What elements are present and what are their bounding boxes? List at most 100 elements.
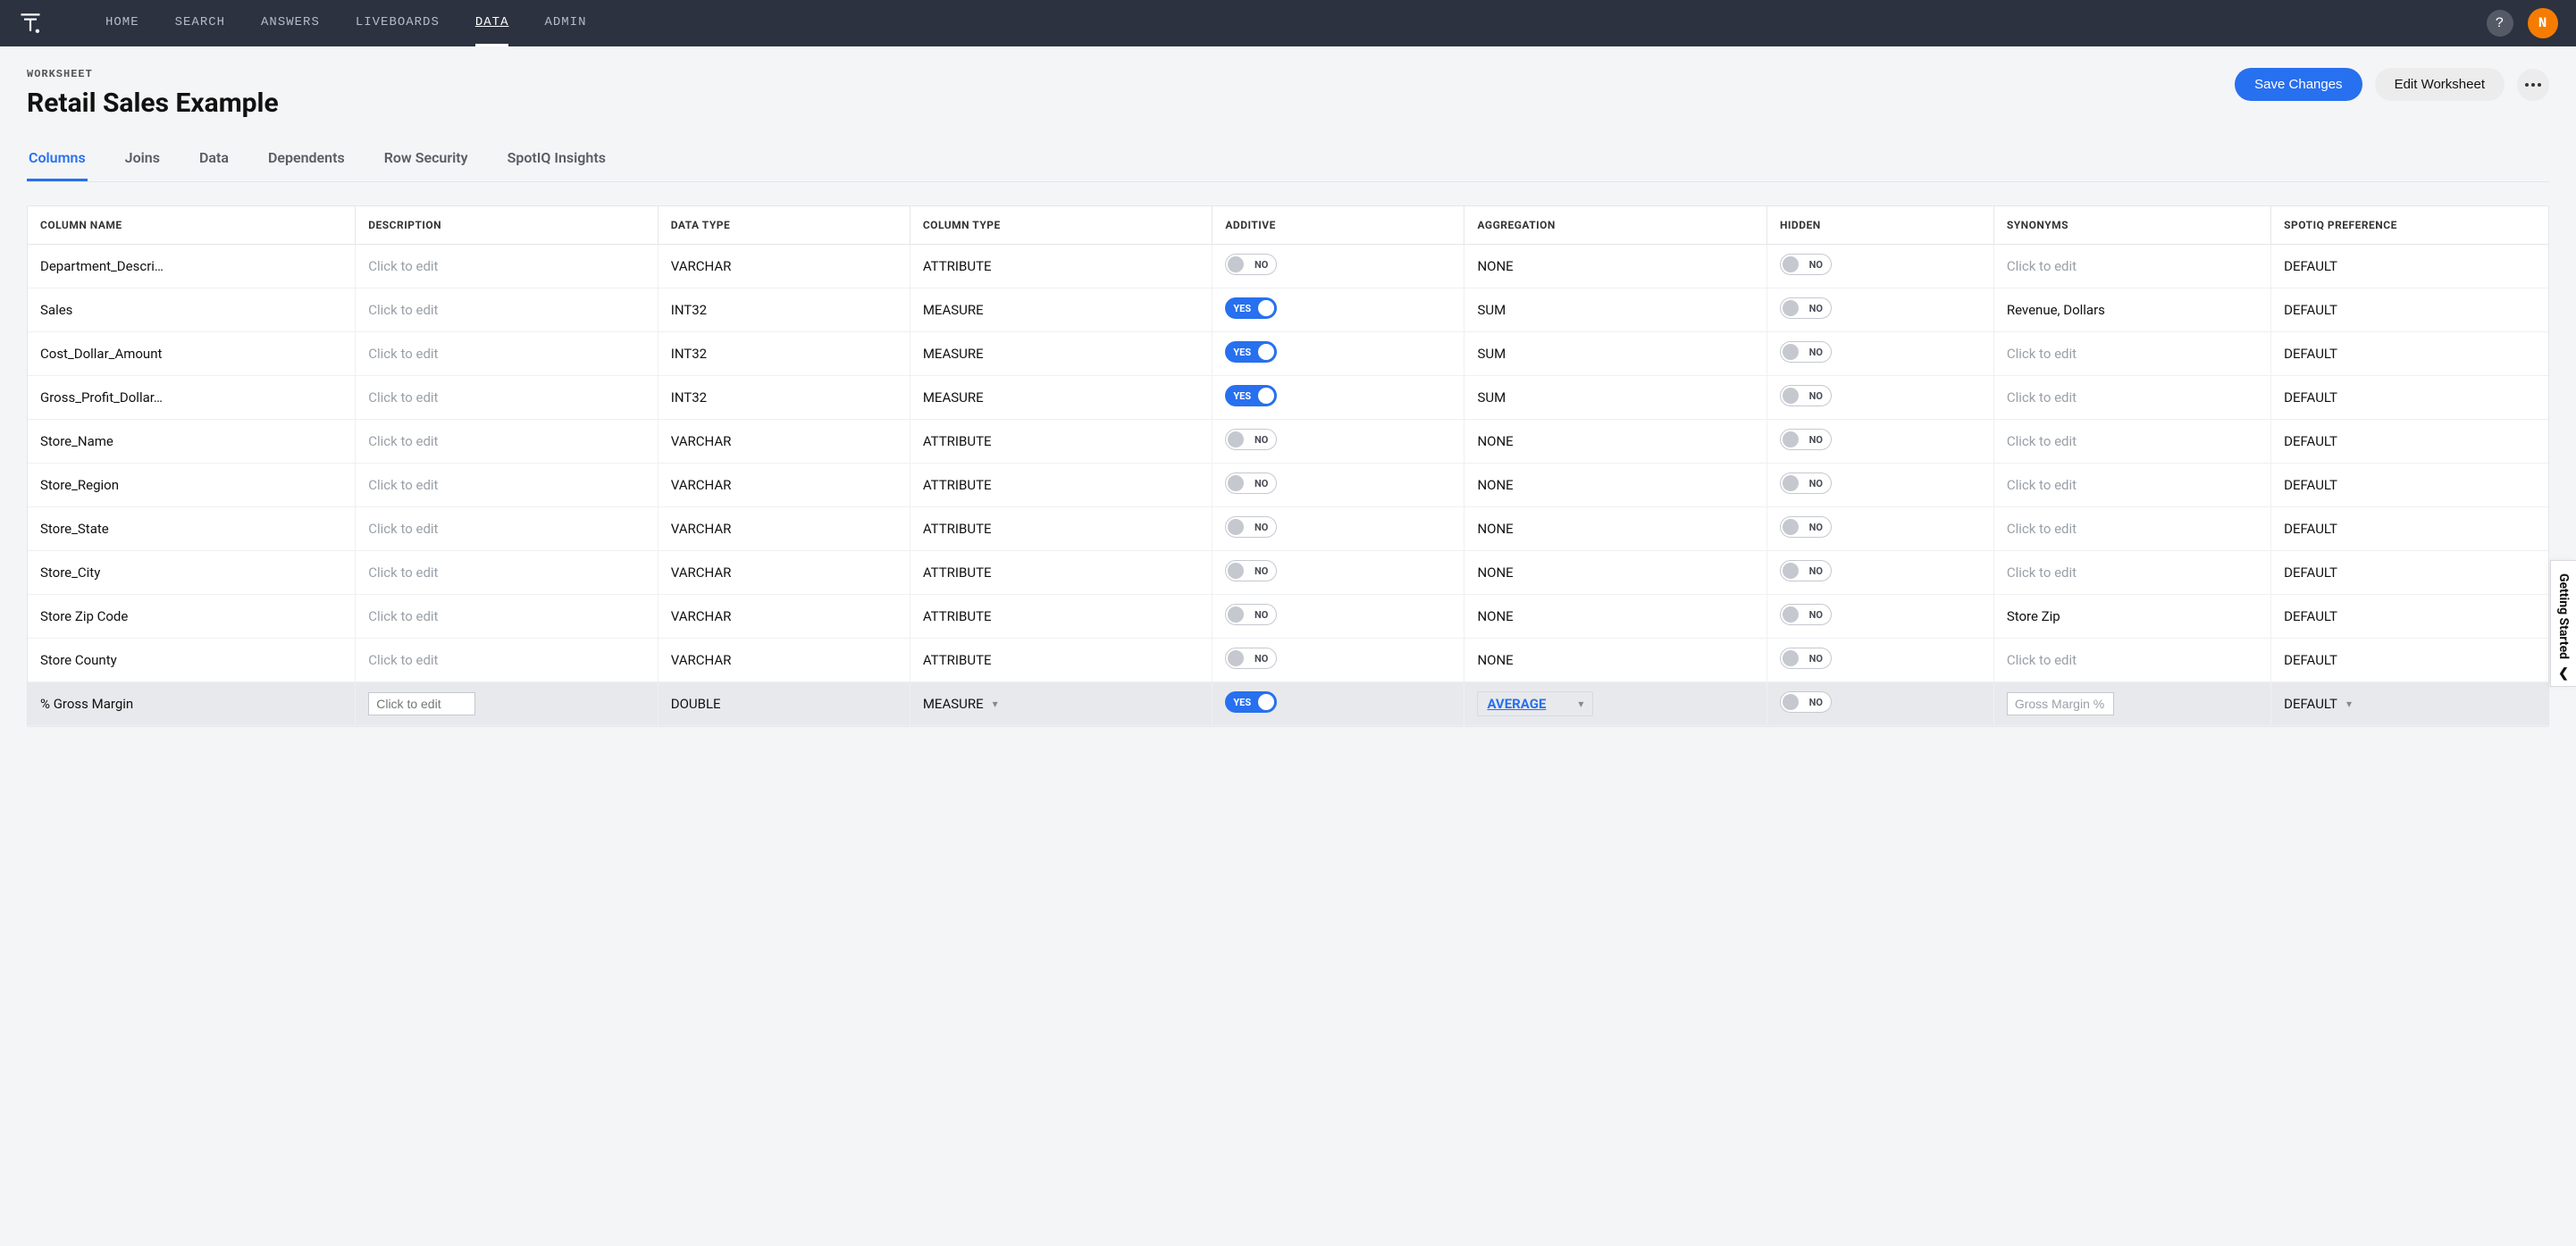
toggle-off[interactable]: NO <box>1780 297 1832 319</box>
table-row[interactable]: Store_RegionClick to editVARCHARATTRIBUT… <box>28 464 2548 507</box>
description-placeholder[interactable]: Click to edit <box>368 477 438 493</box>
column-header[interactable]: DATA TYPE <box>658 206 910 245</box>
cell-synonyms[interactable]: Store Zip <box>1993 595 2270 639</box>
table-row[interactable]: % Gross MarginDOUBLEMEASURE▾YESAVERAGE▾N… <box>28 682 2548 726</box>
description-placeholder[interactable]: Click to edit <box>368 652 438 668</box>
column-header[interactable]: AGGREGATION <box>1464 206 1767 245</box>
user-avatar[interactable]: N <box>2528 8 2558 38</box>
cell-hidden[interactable]: NO <box>1766 332 1993 376</box>
cell-description[interactable]: Click to edit <box>356 289 659 332</box>
cell-description[interactable]: Click to edit <box>356 376 659 420</box>
cell-additive[interactable]: YES <box>1212 682 1464 726</box>
toggle-off[interactable]: NO <box>1780 604 1832 625</box>
synonyms-placeholder[interactable]: Click to edit <box>2007 433 2077 449</box>
toggle-off[interactable]: NO <box>1780 516 1832 538</box>
synonyms-placeholder[interactable]: Click to edit <box>2007 652 2077 668</box>
toggle-off[interactable]: NO <box>1225 604 1277 625</box>
tab-row-security[interactable]: Row Security <box>382 149 470 181</box>
cell-synonyms[interactable]: Click to edit <box>1993 245 2270 289</box>
cell-synonyms[interactable]: Click to edit <box>1993 420 2270 464</box>
cell-hidden[interactable]: NO <box>1766 682 1993 726</box>
cell-description[interactable]: Click to edit <box>356 507 659 551</box>
cell-description[interactable]: Click to edit <box>356 245 659 289</box>
synonyms-placeholder[interactable]: Click to edit <box>2007 346 2077 362</box>
nav-item-search[interactable]: SEARCH <box>175 1 225 46</box>
toggle-off[interactable]: NO <box>1225 648 1277 669</box>
cell-column-type[interactable]: MEASURE▾ <box>910 682 1212 726</box>
help-button[interactable]: ? <box>2487 10 2513 37</box>
cell-description[interactable]: Click to edit <box>356 551 659 595</box>
toggle-on[interactable]: YES <box>1225 341 1277 363</box>
synonyms-placeholder[interactable]: Click to edit <box>2007 477 2077 493</box>
description-placeholder[interactable]: Click to edit <box>368 389 438 406</box>
nav-item-data[interactable]: DATA <box>475 1 509 46</box>
column-header[interactable]: HIDDEN <box>1766 206 1993 245</box>
toggle-off[interactable]: NO <box>1225 560 1277 581</box>
cell-additive[interactable]: NO <box>1212 507 1464 551</box>
cell-description[interactable]: Click to edit <box>356 420 659 464</box>
cell-spotiq[interactable]: DEFAULT▾ <box>2271 682 2548 726</box>
description-placeholder[interactable]: Click to edit <box>368 346 438 362</box>
cell-hidden[interactable]: NO <box>1766 507 1993 551</box>
cell-additive[interactable]: NO <box>1212 464 1464 507</box>
synonyms-placeholder[interactable]: Click to edit <box>2007 521 2077 537</box>
nav-item-home[interactable]: HOME <box>105 1 139 46</box>
nav-item-admin[interactable]: ADMIN <box>544 1 586 46</box>
description-placeholder[interactable]: Click to edit <box>368 521 438 537</box>
cell-hidden[interactable]: NO <box>1766 595 1993 639</box>
cell-description[interactable]: Click to edit <box>356 464 659 507</box>
description-placeholder[interactable]: Click to edit <box>368 433 438 449</box>
cell-description[interactable]: Click to edit <box>356 639 659 682</box>
toggle-off[interactable]: NO <box>1225 254 1277 275</box>
description-input[interactable] <box>368 692 475 715</box>
description-placeholder[interactable]: Click to edit <box>368 564 438 581</box>
toggle-off[interactable]: NO <box>1780 429 1832 450</box>
cell-hidden[interactable]: NO <box>1766 639 1993 682</box>
cell-hidden[interactable]: NO <box>1766 464 1993 507</box>
table-row[interactable]: Gross_Profit_Dollar…Click to editINT32ME… <box>28 376 2548 420</box>
tab-dependents[interactable]: Dependents <box>266 149 347 181</box>
description-placeholder[interactable]: Click to edit <box>368 608 438 624</box>
nav-item-answers[interactable]: ANSWERS <box>261 1 320 46</box>
cell-additive[interactable]: NO <box>1212 245 1464 289</box>
tab-joins[interactable]: Joins <box>123 149 162 181</box>
table-row[interactable]: Cost_Dollar_AmountClick to editINT32MEAS… <box>28 332 2548 376</box>
cell-synonyms[interactable] <box>1993 682 2270 726</box>
toggle-off[interactable]: NO <box>1225 472 1277 494</box>
description-placeholder[interactable]: Click to edit <box>368 258 438 274</box>
logo[interactable] <box>18 11 43 36</box>
tab-data[interactable]: Data <box>197 149 231 181</box>
cell-synonyms[interactable]: Click to edit <box>1993 507 2270 551</box>
toggle-off[interactable]: NO <box>1780 341 1832 363</box>
toggle-off[interactable]: NO <box>1225 429 1277 450</box>
cell-additive[interactable]: YES <box>1212 289 1464 332</box>
toggle-off[interactable]: NO <box>1780 472 1832 494</box>
toggle-off[interactable]: NO <box>1780 560 1832 581</box>
cell-hidden[interactable]: NO <box>1766 245 1993 289</box>
cell-description[interactable]: Click to edit <box>356 595 659 639</box>
toggle-on[interactable]: YES <box>1225 385 1277 406</box>
table-row[interactable]: SalesClick to editINT32MEASUREYESSUMNORe… <box>28 289 2548 332</box>
spotiq-dropdown[interactable]: DEFAULT▾ <box>2284 696 2536 712</box>
toggle-on[interactable]: YES <box>1225 297 1277 319</box>
cell-hidden[interactable]: NO <box>1766 420 1993 464</box>
cell-synonyms[interactable]: Revenue, Dollars <box>1993 289 2270 332</box>
cell-synonyms[interactable]: Click to edit <box>1993 639 2270 682</box>
synonyms-input[interactable] <box>2007 692 2114 715</box>
cell-synonyms[interactable]: Click to edit <box>1993 332 2270 376</box>
cell-additive[interactable]: NO <box>1212 420 1464 464</box>
cell-synonyms[interactable]: Click to edit <box>1993 551 2270 595</box>
aggregation-dropdown[interactable]: AVERAGE▾ <box>1477 691 1593 716</box>
synonyms-placeholder[interactable]: Click to edit <box>2007 564 2077 581</box>
cell-additive[interactable]: NO <box>1212 595 1464 639</box>
cell-hidden[interactable]: NO <box>1766 289 1993 332</box>
cell-aggregation[interactable]: AVERAGE▾ <box>1464 682 1767 726</box>
cell-additive[interactable]: NO <box>1212 551 1464 595</box>
save-changes-button[interactable]: Save Changes <box>2235 68 2362 101</box>
toggle-on[interactable]: YES <box>1225 691 1277 713</box>
column-type-dropdown[interactable]: MEASURE▾ <box>923 696 1200 712</box>
table-row[interactable]: Store_NameClick to editVARCHARATTRIBUTEN… <box>28 420 2548 464</box>
more-actions-button[interactable] <box>2517 69 2549 101</box>
column-header[interactable]: SYNONYMS <box>1993 206 2270 245</box>
column-header[interactable]: SPOTIQ PREFERENCE <box>2271 206 2548 245</box>
